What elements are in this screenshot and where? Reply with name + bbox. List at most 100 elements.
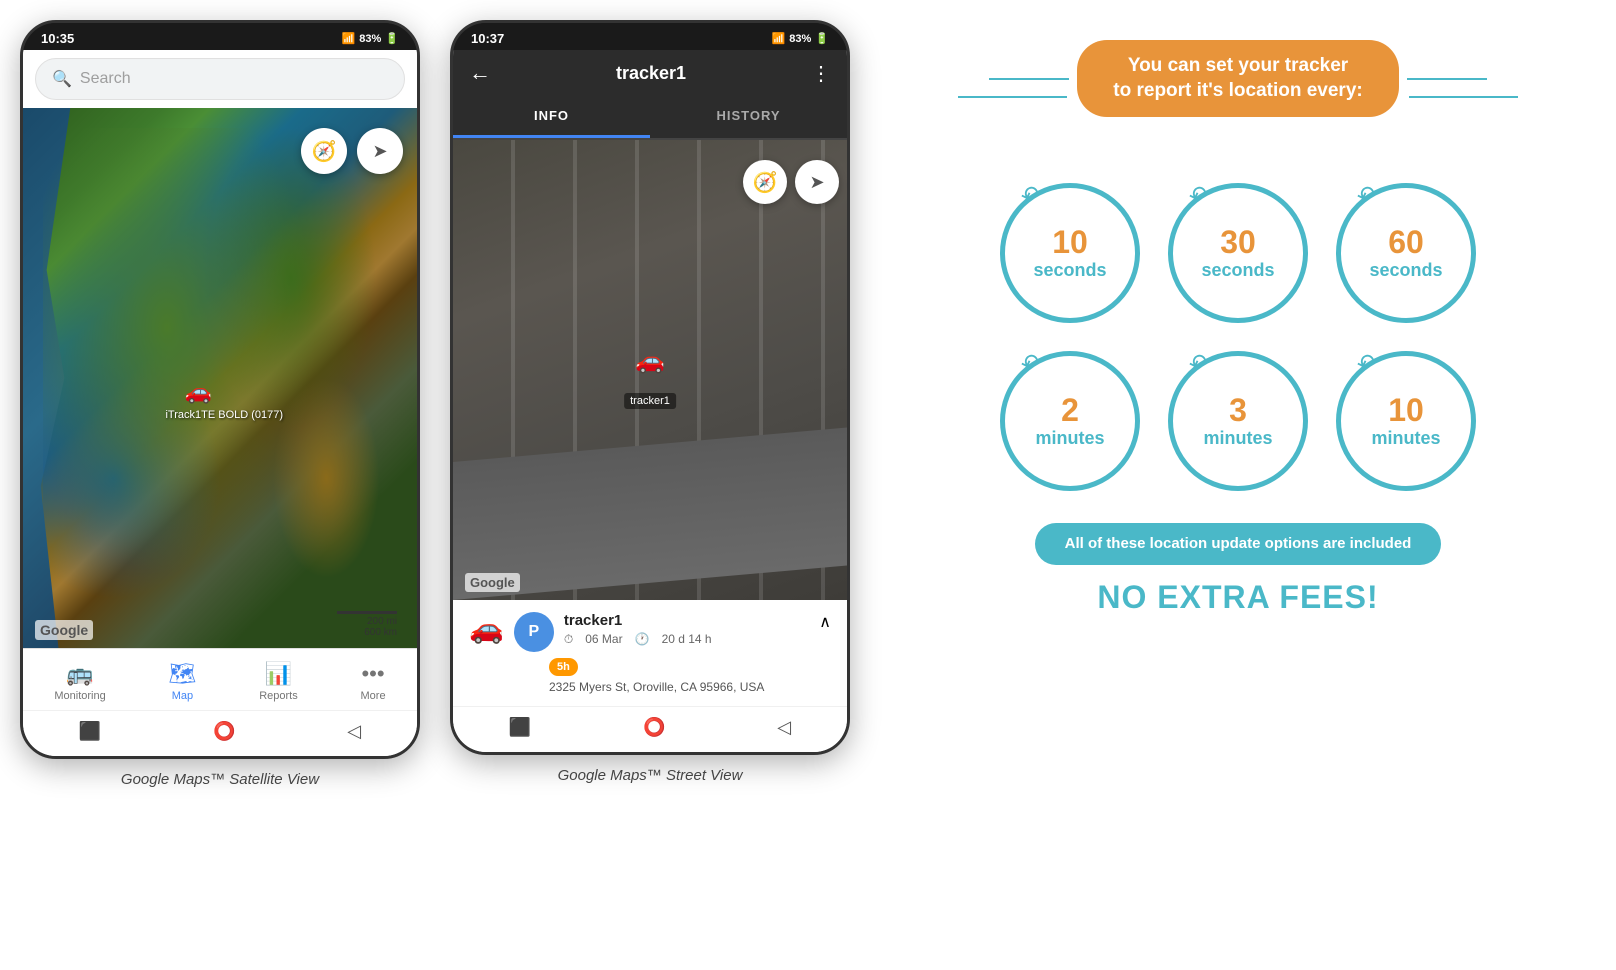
tracker-pin: 🚗 <box>185 379 212 405</box>
nav-map-label: Map <box>172 690 193 702</box>
compass-button2[interactable]: 🧭 <box>743 160 787 204</box>
nav-monitoring[interactable]: 🚌 Monitoring <box>44 657 115 706</box>
tab-history-label: HISTORY <box>716 108 780 123</box>
system-recent[interactable]: ◁ <box>347 721 361 742</box>
phone1-search-area: 🔍 Search <box>23 50 417 108</box>
nav-monitoring-label: Monitoring <box>54 690 105 702</box>
phone1-system-nav: ⬛ ⭕ ◁ <box>23 710 417 756</box>
tracker-duration: 20 d 14 h <box>662 632 712 647</box>
nav-map[interactable]: 🗺 Map <box>159 657 207 706</box>
wifi-icon: 📶 <box>342 32 356 45</box>
header-line-wrap: You can set your trackerto report it's l… <box>958 40 1518 153</box>
scale-600km: 600 km <box>364 627 397 638</box>
time-number-3m: 3 <box>1229 394 1247 426</box>
phone1-caption: Google Maps™ Satellite View <box>121 771 319 788</box>
tracker-car-label: tracker1 <box>624 393 676 409</box>
phone1-status-bar: 10:35 📶 83% 🔋 <box>23 23 417 50</box>
tracker-date-icon: ⏱ <box>564 632 573 647</box>
info-banner-text: All of these location update options are… <box>1065 535 1412 552</box>
map-icon: 🗺 <box>169 661 197 687</box>
infographic-panel: You can set your trackerto report it's l… <box>880 20 1596 636</box>
phone1-screen: 🔍 Search 🧭 ➤ 🚗 iTrack1TE BOLD (0177) <box>23 50 417 756</box>
battery-icon: 83% <box>359 33 381 45</box>
phone1-status-icons: 📶 83% 🔋 <box>342 32 399 45</box>
reports-icon: 📊 <box>265 661 292 687</box>
time-option-10m: ↶ 10 minutes <box>1336 351 1476 491</box>
tracker-car-pin: 🚗 <box>635 346 665 375</box>
nav-more[interactable]: ••• More <box>351 657 396 706</box>
compass-button[interactable]: 🧭 <box>301 128 347 174</box>
system-home2[interactable]: ⭕ <box>643 717 665 738</box>
tracker-meta: ⏱ 06 Mar 🕐 20 d 14 h <box>564 632 712 647</box>
tab-history[interactable]: HISTORY <box>650 96 847 138</box>
compass-icon: 🧭 <box>312 139 337 164</box>
arrow-30s: ↶ <box>1185 180 1211 211</box>
search-bar[interactable]: 🔍 Search <box>35 58 405 100</box>
nav-reports[interactable]: 📊 Reports <box>249 657 308 706</box>
scale-200mi: 200 mi <box>367 616 397 627</box>
nav-reports-label: Reports <box>259 690 298 702</box>
time-number-2m: 2 <box>1061 394 1079 426</box>
phone2-tabs: INFO HISTORY <box>453 96 847 140</box>
time-unit-2m: minutes <box>1035 428 1104 449</box>
system-back[interactable]: ⬛ <box>79 721 101 742</box>
battery-bar: 🔋 <box>385 32 399 45</box>
phone2-time: 10:37 <box>471 31 504 46</box>
tracker-title: tracker1 <box>616 63 686 84</box>
time-number-10m: 10 <box>1388 394 1424 426</box>
time-unit-3m: minutes <box>1203 428 1272 449</box>
location-icon2: ➤ <box>809 172 824 193</box>
tracker-car-icon: 🚗 <box>469 612 504 645</box>
scale-bar: 200 mi 600 km <box>337 611 397 638</box>
arrow-3m: ↶ <box>1185 348 1211 379</box>
scale-line <box>337 611 397 614</box>
phone2-header: ← tracker1 ⋮ <box>453 50 847 96</box>
time-unit-60s: seconds <box>1369 260 1442 281</box>
phone2-status-bar: 10:37 📶 83% 🔋 <box>453 23 847 50</box>
phone1-mockup: 10:35 📶 83% 🔋 🔍 Search <box>20 20 420 759</box>
phone2-system-nav: ⬛ ⭕ ◁ <box>453 706 847 752</box>
time-option-30s: ↶ 30 seconds <box>1168 183 1308 323</box>
tracker-date: 06 Mar <box>585 632 622 647</box>
battery-bar2: 🔋 <box>815 32 829 45</box>
phone1-bottom-nav: 🚌 Monitoring 🗺 Map 📊 Reports ••• More <box>23 648 417 710</box>
satellite-map[interactable]: 🧭 ➤ 🚗 iTrack1TE BOLD (0177) Google 200 m… <box>23 108 417 648</box>
google-logo2: Google <box>465 573 520 592</box>
tracker-avatar: P <box>514 612 554 652</box>
battery-icon2: 83% <box>789 33 811 45</box>
arrow-2m: ↶ <box>1017 348 1043 379</box>
tracker-info-left: 🚗 P tracker1 ⏱ 06 Mar 🕐 20 d 14 h <box>469 612 712 652</box>
street-map[interactable]: 🚗 tracker1 🧭 ➤ Google <box>453 140 847 600</box>
phone2-caption: Google Maps™ Street View <box>558 767 743 784</box>
more-icon: ••• <box>361 661 384 687</box>
system-back2[interactable]: ⬛ <box>509 717 531 738</box>
time-unit-10m: minutes <box>1371 428 1440 449</box>
time-option-60s: ↶ 60 seconds <box>1336 183 1476 323</box>
time-unit-10s: seconds <box>1033 260 1106 281</box>
compass-icon2: 🧭 <box>753 170 778 195</box>
nav-more-label: More <box>361 690 386 702</box>
phone2-mockup: 10:37 📶 83% 🔋 ← tracker1 ⋮ INFO <box>450 20 850 755</box>
time-options-grid: ↶ 10 seconds ↶ 30 seconds ↶ 60 seconds ↶… <box>998 183 1478 491</box>
info-header-box: You can set your trackerto report it's l… <box>1077 40 1398 117</box>
no-fees-text: NO EXTRA FEES! <box>1097 579 1378 616</box>
location-button2[interactable]: ➤ <box>795 160 839 204</box>
back-button[interactable]: ← <box>469 60 491 86</box>
time-option-3m: ↶ 3 minutes <box>1168 351 1308 491</box>
monitoring-icon: 🚌 <box>66 661 93 687</box>
system-home[interactable]: ⭕ <box>213 721 235 742</box>
tab-info-label: INFO <box>534 108 569 123</box>
phone2-screen: ← tracker1 ⋮ INFO HISTORY <box>453 50 847 752</box>
tracker-name: tracker1 <box>564 612 712 629</box>
location-button[interactable]: ➤ <box>357 128 403 174</box>
system-recent2[interactable]: ◁ <box>777 717 791 738</box>
tracker-info-panel: 🚗 P tracker1 ⏱ 06 Mar 🕐 20 d 14 h <box>453 600 847 706</box>
time-option-10s: ↶ 10 seconds <box>1000 183 1140 323</box>
wifi-icon2: 📶 <box>772 32 786 45</box>
tab-info[interactable]: INFO <box>453 96 650 138</box>
tracker-label: iTrack1TE BOLD (0177) <box>165 409 283 421</box>
arrow-10s: ↶ <box>1017 180 1043 211</box>
search-icon: 🔍 <box>52 69 72 89</box>
menu-button[interactable]: ⋮ <box>811 61 831 86</box>
collapse-arrow[interactable]: ∧ <box>819 612 831 632</box>
